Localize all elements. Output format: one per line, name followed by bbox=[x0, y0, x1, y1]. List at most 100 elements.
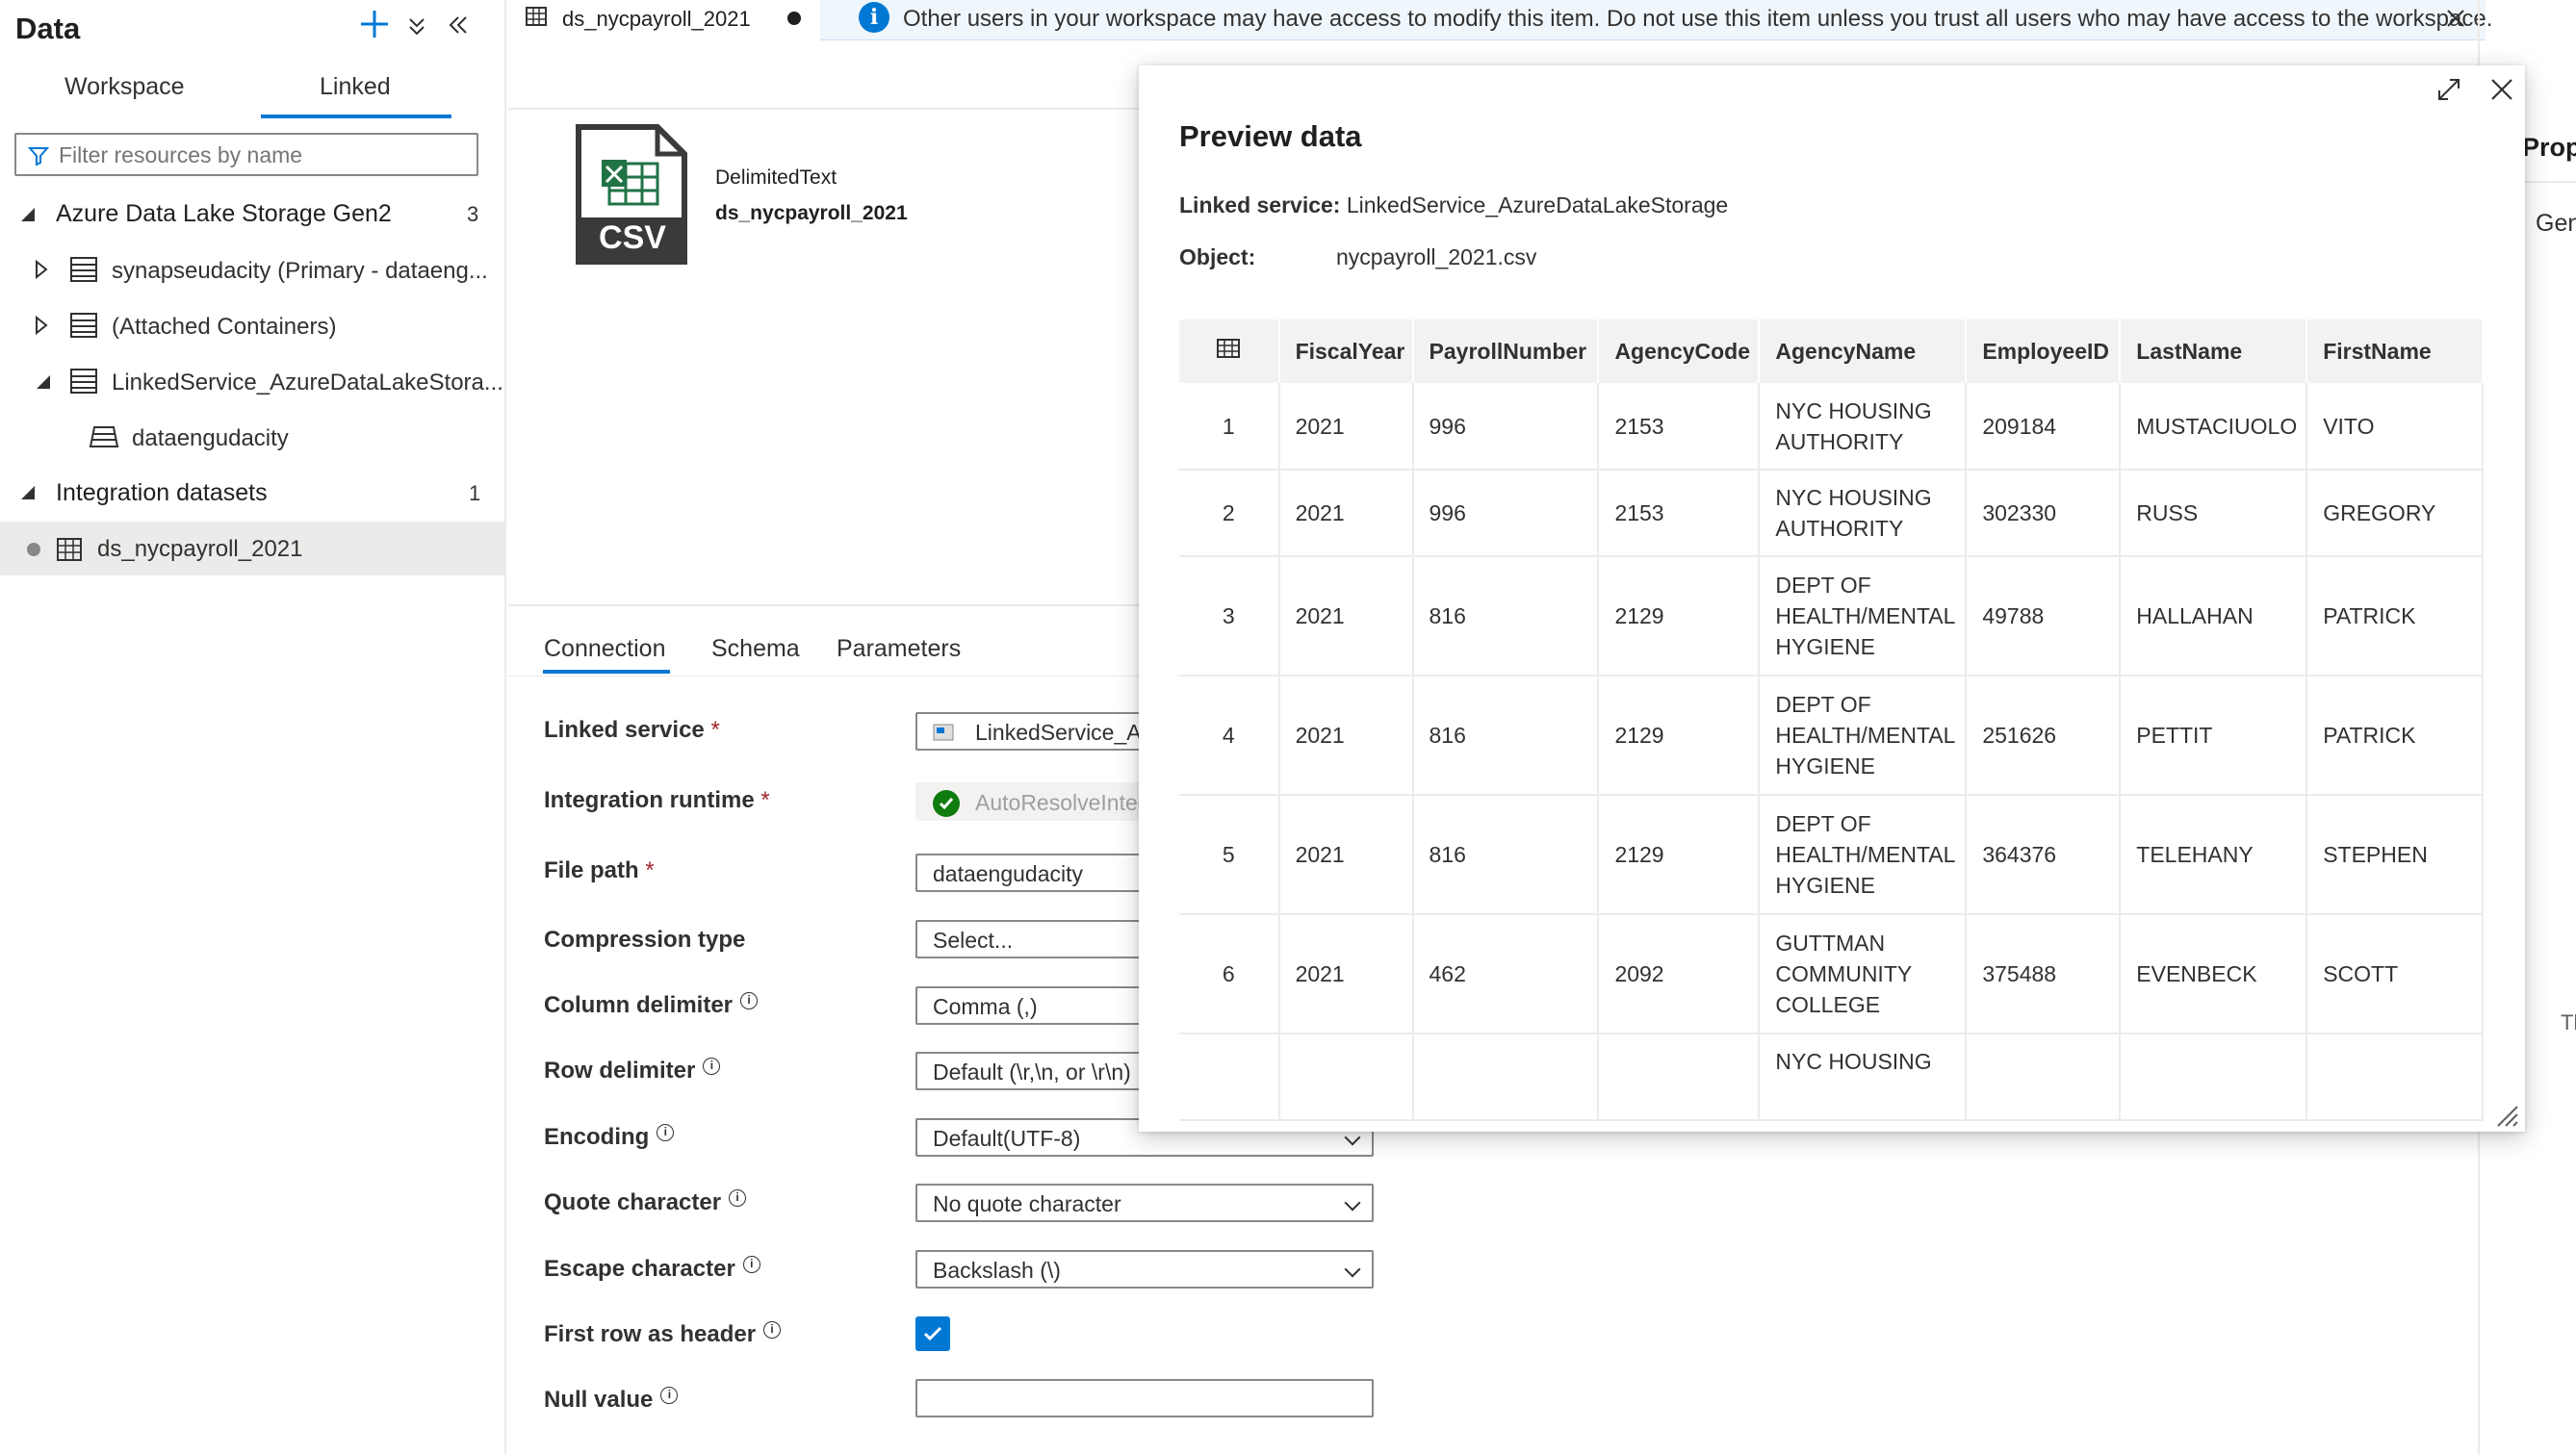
add-icon[interactable] bbox=[358, 8, 391, 47]
table-cell bbox=[1278, 1034, 1414, 1121]
info-icon[interactable]: i bbox=[660, 1386, 679, 1404]
table-cell: 2021 bbox=[1278, 676, 1414, 796]
first-row-header-checkbox[interactable] bbox=[915, 1316, 950, 1351]
data-panel: Data Workspace Linked Azure Data Lake St… bbox=[0, 0, 506, 1455]
quote-character-select[interactable]: No quote character bbox=[915, 1184, 1374, 1222]
unsaved-dot-icon bbox=[27, 543, 40, 556]
expand-all-icon[interactable] bbox=[406, 15, 427, 41]
tab-schema[interactable]: Schema bbox=[711, 635, 800, 663]
collapse-panel-icon[interactable] bbox=[447, 13, 470, 41]
section-adls-gen2[interactable]: Azure Data Lake Storage Gen2 bbox=[56, 200, 392, 228]
maximize-icon[interactable] bbox=[2436, 77, 2461, 107]
divider bbox=[2522, 181, 2576, 183]
collapse-caret-icon[interactable] bbox=[19, 484, 37, 506]
column-header[interactable]: FirstName bbox=[2306, 319, 2484, 383]
linked-service-value: LinkedService_Az bbox=[975, 720, 1153, 745]
tree-item-linkedservice[interactable]: LinkedService_AzureDataLakeStora... bbox=[112, 370, 503, 396]
preview-grid[interactable]: FiscalYear PayrollNumber AgencyCode Agen… bbox=[1179, 319, 2484, 1128]
tab-general[interactable]: Gen bbox=[2536, 210, 2576, 238]
table-cell: RUSS bbox=[2120, 470, 2308, 557]
table-cell: 2021 bbox=[1278, 383, 1414, 471]
table-cell: PATRICK bbox=[2306, 556, 2484, 676]
row-number: 2 bbox=[1179, 470, 1280, 557]
tree-item-selected[interactable]: ds_nycpayroll_2021 bbox=[0, 522, 504, 575]
active-tab-indicator bbox=[543, 670, 670, 674]
table-row: 5 2021 816 2129 DEPT OF HEALTH/MENTAL HY… bbox=[1179, 795, 2484, 915]
divider bbox=[508, 108, 1144, 110]
linked-service-label-row: Linked service * bbox=[544, 717, 720, 743]
check-circle-icon bbox=[933, 790, 960, 817]
table-cell: DEPT OF HEALTH/MENTAL HYGIENE bbox=[1759, 676, 1968, 796]
column-header[interactable]: FiscalYear bbox=[1278, 319, 1414, 383]
tree-item-attached-containers[interactable]: (Attached Containers) bbox=[112, 314, 336, 341]
tab-workspace[interactable]: Workspace bbox=[64, 73, 185, 101]
row-number: 3 bbox=[1179, 556, 1280, 676]
table-cell: 2129 bbox=[1598, 556, 1761, 676]
panel-title: Data bbox=[15, 12, 81, 45]
tab-connection[interactable]: Connection bbox=[544, 635, 665, 663]
document-tab[interactable]: ds_nycpayroll_2021 bbox=[508, 0, 814, 38]
table-cell bbox=[1966, 1034, 2122, 1121]
info-icon[interactable]: i bbox=[703, 1057, 721, 1075]
table-cell: GREGORY bbox=[2306, 470, 2484, 557]
table-cell: 996 bbox=[1412, 470, 1600, 557]
filter-box[interactable] bbox=[14, 133, 478, 176]
column-header[interactable]: AgencyCode bbox=[1598, 319, 1761, 383]
quote-character-value: No quote character bbox=[933, 1191, 1121, 1216]
column-header[interactable]: AgencyName bbox=[1759, 319, 1968, 383]
escape-character-select[interactable]: Backslash (\) bbox=[915, 1250, 1374, 1289]
tree-item-ds-nycpayroll[interactable]: ds_nycpayroll_2021 bbox=[97, 536, 302, 563]
table-cell: 375488 bbox=[1966, 914, 2122, 1034]
table-cell: 364376 bbox=[1966, 795, 2122, 915]
table-cell: MUSTACIUOLO bbox=[2120, 383, 2308, 471]
table-cell bbox=[2120, 1034, 2308, 1121]
section-integration-datasets[interactable]: Integration datasets bbox=[56, 479, 268, 507]
tree-item-dataengudacity[interactable]: dataengudacity bbox=[132, 425, 289, 452]
document-tab-title: ds_nycpayroll_2021 bbox=[562, 7, 751, 31]
column-header[interactable]: EmployeeID bbox=[1966, 319, 2122, 383]
info-icon[interactable]: i bbox=[742, 1255, 760, 1273]
table-row: 4 2021 816 2129 DEPT OF HEALTH/MENTAL HY… bbox=[1179, 676, 2484, 796]
preview-data-dialog: Preview data Linked service: LinkedServi… bbox=[1139, 65, 2525, 1132]
table-cell: 2092 bbox=[1598, 914, 1761, 1034]
row-number: 4 bbox=[1179, 676, 1280, 796]
encoding-label-row: Encoding i bbox=[544, 1123, 675, 1151]
info-icon[interactable]: i bbox=[657, 1123, 675, 1141]
checkmark-icon bbox=[923, 1326, 942, 1341]
table-cell: 2153 bbox=[1598, 470, 1761, 557]
close-banner-icon[interactable] bbox=[2445, 8, 2466, 34]
collapse-caret-icon[interactable] bbox=[35, 373, 52, 396]
close-icon[interactable] bbox=[2489, 77, 2514, 107]
row-delimiter-label-row: Row delimiter i bbox=[544, 1057, 721, 1085]
linked-service-meta-label: Linked service: bbox=[1179, 192, 1341, 217]
tab-linked[interactable]: Linked bbox=[320, 73, 391, 101]
row-number: 5 bbox=[1179, 795, 1280, 915]
info-icon[interactable]: i bbox=[740, 991, 759, 1009]
resize-handle-icon[interactable] bbox=[2494, 1103, 2519, 1132]
expand-caret-icon[interactable] bbox=[35, 259, 48, 284]
table-cell: STEPHEN bbox=[2306, 795, 2484, 915]
tab-parameters[interactable]: Parameters bbox=[837, 635, 961, 663]
collapse-caret-icon[interactable] bbox=[19, 206, 37, 228]
object-meta-value: nycpayroll_2021.csv bbox=[1336, 244, 1537, 269]
first-row-header-label: First row as header bbox=[544, 1321, 757, 1347]
info-icon[interactable]: i bbox=[763, 1320, 782, 1339]
table-cell: 2153 bbox=[1598, 383, 1761, 471]
file-path-label: File path bbox=[544, 857, 639, 883]
expand-caret-icon[interactable] bbox=[35, 315, 48, 340]
table-row: NYC HOUSING bbox=[1179, 1034, 2484, 1121]
container-icon bbox=[89, 423, 119, 455]
filter-input[interactable] bbox=[59, 140, 463, 169]
info-icon: i bbox=[859, 2, 889, 33]
table-cell bbox=[1412, 1034, 1600, 1121]
table-cell: GUTTMAN COMMUNITY COLLEGE bbox=[1759, 914, 1968, 1034]
storage-container-icon bbox=[69, 368, 98, 399]
tree-item-synapseudacity[interactable]: synapseudacity (Primary - dataeng... bbox=[112, 258, 488, 285]
table-cell: EVENBECK bbox=[2120, 914, 2308, 1034]
escape-character-label-row: Escape character i bbox=[544, 1255, 760, 1283]
column-header[interactable]: PayrollNumber bbox=[1412, 319, 1600, 383]
null-value-input[interactable] bbox=[915, 1379, 1374, 1417]
file-path-label-row: File path * bbox=[544, 857, 655, 883]
info-icon[interactable]: i bbox=[729, 1188, 747, 1207]
column-header[interactable]: LastName bbox=[2120, 319, 2308, 383]
